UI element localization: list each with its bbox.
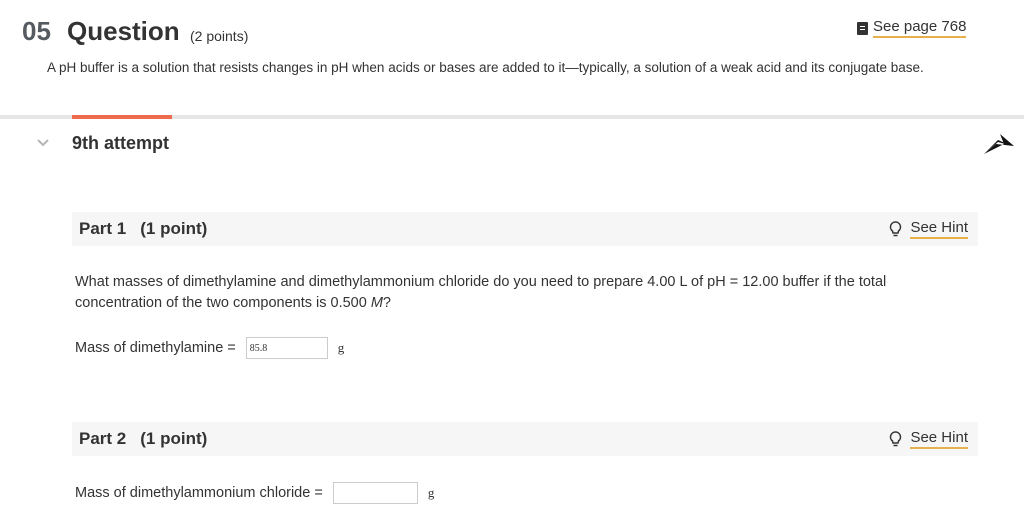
ebook-icon xyxy=(857,21,868,35)
attempt-tab-indicator xyxy=(72,115,172,119)
part-1-question-text: What masses of dimethylamine and dimethy… xyxy=(75,274,887,311)
part-2-answer-row: Mass of dimethylammonium chloride = g xyxy=(75,482,434,504)
part-1-answer-row: Mass of dimethylamine = g xyxy=(75,337,344,359)
part-2-unit: g xyxy=(427,485,435,500)
question-points: (2 points) xyxy=(190,28,249,44)
mouse-cursor-icon xyxy=(984,134,1014,154)
question-header: 05 Question (2 points) See page 768 A pH… xyxy=(0,0,1024,118)
part-1-hint-label: See Hint xyxy=(910,219,968,239)
see-page-link[interactable]: See page 768 xyxy=(857,18,967,38)
part-1-unit: g xyxy=(337,340,345,355)
part-2-hint-label: See Hint xyxy=(910,429,968,449)
part-2-header: Part 2 (1 point) See Hint xyxy=(72,422,978,456)
molarity-unit: M xyxy=(370,295,383,311)
part-1-header: Part 1 (1 point) See Hint xyxy=(72,212,978,246)
lightbulb-icon xyxy=(890,221,902,237)
part-2-hint-link[interactable]: See Hint xyxy=(889,429,968,449)
chevron-down-icon[interactable] xyxy=(36,138,50,148)
part-2-answer-label: Mass of dimethylammonium chloride = xyxy=(75,485,323,501)
attempt-label[interactable]: 9th attempt xyxy=(72,133,169,154)
part-1-question: What masses of dimethylamine and dimethy… xyxy=(75,272,955,314)
question-number: 05 xyxy=(22,16,51,46)
part-2-points: (1 point) xyxy=(140,429,208,448)
part-1-label: Part 1 xyxy=(79,219,127,238)
question-title: Question xyxy=(67,16,180,46)
part-2-label: Part 2 xyxy=(79,429,127,448)
lightbulb-icon xyxy=(890,431,902,447)
part-1-answer-label: Mass of dimethylamine = xyxy=(75,340,236,356)
question-text: A pH buffer is a solution that resists c… xyxy=(47,60,924,75)
part-2-title: Part 2 (1 point) xyxy=(79,429,207,449)
dimethylammonium-chloride-mass-input[interactable] xyxy=(332,482,418,504)
part-1-hint-link[interactable]: See Hint xyxy=(889,219,968,239)
dimethylamine-mass-input[interactable] xyxy=(245,337,328,359)
question-mark: ? xyxy=(382,295,391,311)
part-1-title: Part 1 (1 point) xyxy=(79,219,207,239)
part-1-points: (1 point) xyxy=(140,219,208,238)
see-page-label: See page 768 xyxy=(873,18,967,38)
